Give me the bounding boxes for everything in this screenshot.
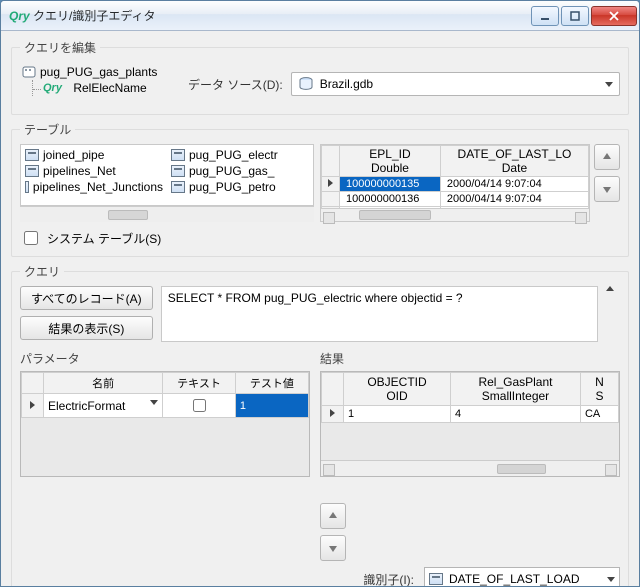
identifier-label: 識別子(I): [363,571,414,587]
tables-list[interactable]: joined_pipepipelines_Netpipelines_Net_Ju… [20,144,314,206]
show-results-button[interactable]: 結果の表示(S) [20,316,153,340]
sql-textarea[interactable]: SELECT * FROM pug_PUG_electric where obj… [161,286,598,342]
titlebar[interactable]: Qry クエリ/識別子エディタ [1,1,639,31]
chevron-down-icon[interactable] [150,400,158,405]
edit-query-group: クエリを編集 pug_PUG_gas_plants Qry RelElecNam… [11,39,629,115]
results-up-button[interactable] [320,503,346,529]
params-title: パラメータ [20,350,310,367]
table-row[interactable]: ElectricFormat 1 [22,394,309,418]
maximize-button[interactable] [561,6,589,26]
chevron-down-icon [607,577,615,582]
tree-root[interactable]: pug_PUG_gas_plants [22,64,180,80]
move-up-button[interactable] [594,144,620,170]
list-item[interactable]: pug_PUG_electr [169,147,311,163]
params-grid[interactable]: 名前テキストテスト値 ElectricFormat 1 [20,371,310,477]
list-item[interactable]: pipelines_Net [23,163,165,179]
geodatabase-icon [298,77,314,91]
list-item[interactable]: pipelines_Net_Junctions [23,179,165,195]
table-icon [171,149,185,161]
close-button[interactable] [591,6,637,26]
list-item[interactable]: pug_PUG_gas_ [169,163,311,179]
dialog-window: Qry クエリ/識別子エディタ クエリを編集 pug_PUG_gas_plant… [0,0,640,587]
results-hscroll[interactable] [321,460,619,476]
table-row[interactable]: 14CA [322,406,619,423]
table-icon [25,181,29,193]
list-item[interactable]: pug_PUG_petro [169,179,311,195]
table-icon [171,181,185,193]
results-down-button[interactable] [320,535,346,561]
tables-legend: テーブル [20,121,75,138]
field-icon [429,573,443,585]
chevron-down-icon [605,82,613,87]
identifier-combo[interactable]: DATE_OF_LAST_LOAD [424,567,620,586]
window-title: Qry クエリ/識別子エディタ [9,7,529,24]
list-item[interactable]: joined_pipe [23,147,165,163]
grid1-hscroll[interactable] [321,208,589,221]
table-row[interactable]: 1000000001362000/04/14 9:07:04 [322,192,589,207]
tree-child[interactable]: Qry RelElecName [32,80,180,96]
query-legend: クエリ [20,263,64,280]
table-icon [25,165,39,177]
system-tables-checkbox[interactable]: システム テーブル(S) [20,228,620,248]
tables-hscroll[interactable] [20,206,314,222]
table-icon [25,149,39,161]
datasource-combo[interactable]: Brazil.gdb [291,72,620,96]
query-group: クエリ すべてのレコード(A) 結果の表示(S) SELECT * FROM p… [11,263,629,586]
edit-query-legend: クエリを編集 [20,39,100,56]
table-icon [171,165,185,177]
move-down-button[interactable] [594,176,620,202]
results-grid[interactable]: OBJECTIDOID Rel_GasPlantSmallInteger NS … [320,371,620,477]
fields-grid[interactable]: EPL_IDDouble DATE_OF_LAST_LODate 1000000… [320,144,590,222]
query-tree[interactable]: pug_PUG_gas_plants Qry RelElecName [20,62,180,106]
minimize-button[interactable] [531,6,559,26]
all-records-button[interactable]: すべてのレコード(A) [20,286,153,310]
param-text-checkbox[interactable] [193,399,206,412]
scroll-up-icon[interactable] [606,286,614,291]
table-row[interactable]: 1000000001352000/04/14 9:07:04 [322,177,589,192]
datasource-label: データ ソース(D): [188,76,283,93]
tables-group: テーブル joined_pipepipelines_Netpipelines_N… [11,121,629,257]
client-area: クエリを編集 pug_PUG_gas_plants Qry RelElecNam… [1,31,639,586]
results-title: 結果 [320,350,620,367]
